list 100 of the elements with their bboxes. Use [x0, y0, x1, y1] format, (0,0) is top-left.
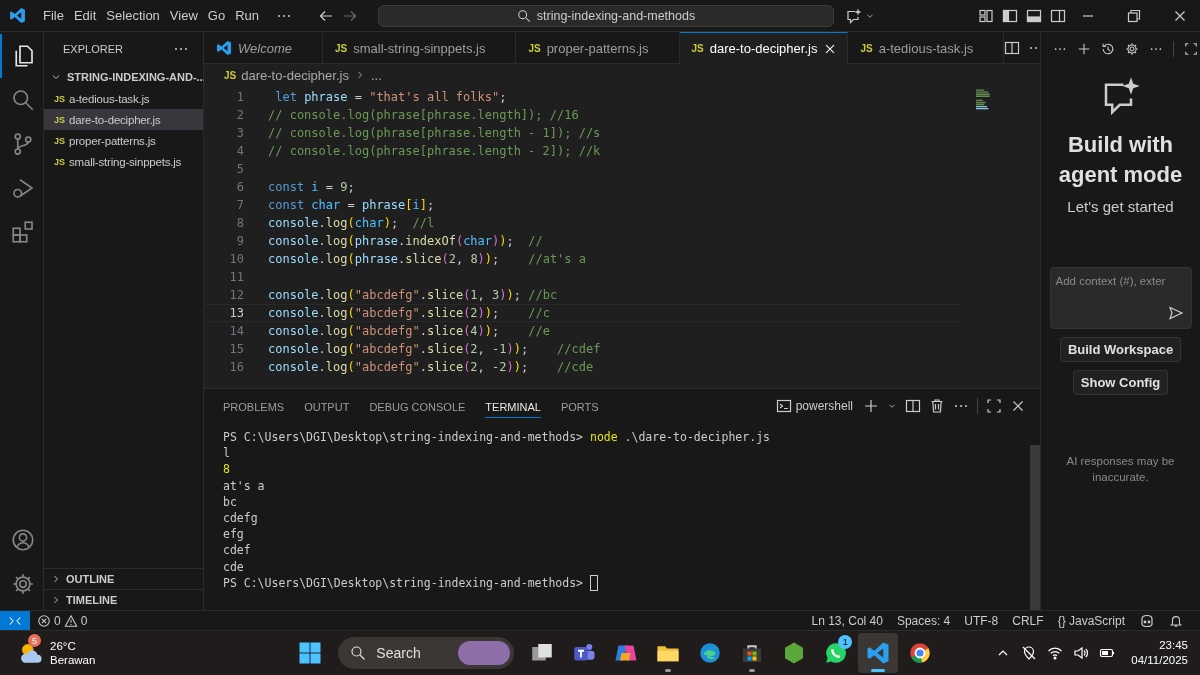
file-type-label: JS	[54, 156, 65, 167]
terminal-selector[interactable]: powershell	[775, 398, 853, 414]
clock-time[interactable]: 23:45	[1159, 638, 1188, 653]
send-icon[interactable]	[1167, 305, 1184, 321]
line-number: 7	[235, 198, 244, 212]
search-icon[interactable]	[10, 88, 35, 112]
status-item[interactable]: Ln 13, Col 40	[804, 613, 890, 628]
scrollbar-thumb[interactable]	[1030, 445, 1040, 610]
explorer-file[interactable]: JS a-tedious-task.js	[44, 88, 203, 109]
sidebar-title: EXPLORER	[63, 43, 123, 55]
restore-icon[interactable]	[1126, 7, 1142, 24]
chat-button[interactable]: Build Workspace	[1059, 337, 1182, 362]
line-number: 16	[228, 360, 244, 374]
panel-tab[interactable]: TERMINAL	[485, 394, 541, 418]
editor-tab[interactable]: JS a-tedious-task.js	[848, 32, 1005, 63]
maximize-panel-icon[interactable]	[986, 398, 1002, 414]
line-number: 14	[228, 324, 244, 338]
editor-tab[interactable]: JS small-string-sinppets.js	[322, 32, 517, 63]
code-line: // console.log(phrase[phrase.length]); //16	[268, 108, 579, 122]
chat-input-field[interactable]: Add context (#), exter	[1049, 267, 1192, 329]
line-number: 4	[235, 144, 244, 158]
code-line: console.log("abcdefg".slice(4)); //e	[268, 324, 550, 338]
editor-tab[interactable]: JS dare-to-decipher.js	[679, 32, 849, 64]
layout-grid-icon[interactable]	[978, 7, 994, 24]
settings-icon[interactable]	[1125, 42, 1139, 56]
browser-icon[interactable]	[698, 641, 723, 665]
file-type-label: JS	[224, 69, 237, 81]
code-editor-icon[interactable]	[866, 641, 891, 665]
terminal-line: efg	[223, 527, 244, 542]
status-item[interactable]: Spaces: 4	[889, 613, 958, 628]
extensions-icon[interactable]	[10, 220, 35, 244]
taskbar-button[interactable]	[858, 633, 899, 673]
file-type-label: JS	[691, 43, 704, 54]
chat-button[interactable]: Show Config	[1072, 370, 1169, 395]
panel-tab[interactable]: PROBLEMS	[223, 394, 285, 418]
editor-tab[interactable]: Welcome	[204, 32, 323, 63]
left-sidebar-icon[interactable]	[1002, 7, 1018, 24]
temperature-text: 26°C	[50, 639, 77, 653]
split-editor-icon[interactable]	[1004, 39, 1021, 56]
explorer-file[interactable]: JS proper-patterns.js	[44, 130, 203, 151]
status-item[interactable]: UTF-8	[957, 613, 1006, 628]
code-line: let phrase = "that's all folks";	[274, 90, 507, 104]
settings-icon[interactable]	[10, 572, 35, 596]
run-debug-icon[interactable]	[10, 176, 35, 200]
taskbar-search[interactable]: Search	[338, 637, 515, 669]
error-icon	[37, 613, 51, 628]
panel-tab[interactable]: OUTPUT	[304, 394, 350, 418]
browser-icon[interactable]	[908, 641, 933, 665]
chat-heading: Build with agent mode	[1057, 131, 1184, 189]
clock-date[interactable]: 04/11/2025	[1131, 653, 1188, 668]
menu-item[interactable]: Edit	[68, 6, 102, 25]
line-number: 13	[228, 306, 244, 320]
terminal-line: PS C:\Users\DGI\Desktop\string-indexing-and-methods>	[223, 575, 585, 590]
panel-tab[interactable]: PORTS	[560, 394, 599, 418]
menu-item[interactable]: Selection	[101, 6, 165, 25]
menu-item[interactable]: Run	[230, 6, 264, 25]
language-status[interactable]: {} JavaScript	[1050, 613, 1132, 628]
chat-sparkle-icon[interactable]	[846, 7, 862, 24]
explorer-file[interactable]: JS small-string-sinppets.js	[44, 151, 203, 172]
command-search-field[interactable]: string-indexing-and-methods	[378, 4, 834, 27]
location-off-icon[interactable]	[1021, 645, 1038, 661]
status-item[interactable]: CRLF	[1005, 613, 1051, 628]
maximize-icon[interactable]	[1184, 42, 1198, 56]
line-number: 11	[228, 270, 244, 284]
speaker-icon[interactable]	[1073, 645, 1090, 661]
editor-tab[interactable]: JS proper-patterns.js	[516, 32, 680, 63]
code-line: console.log("abcdefg".slice(2, -2)); //cde	[268, 360, 594, 374]
terminal-line: l	[223, 446, 230, 461]
terminal-line: 8	[223, 462, 230, 477]
chat-subtitle: Let's get started	[1067, 198, 1174, 215]
menu-item[interactable]: Go	[202, 6, 231, 25]
explorer-file[interactable]: JS dare-to-decipher.js	[44, 109, 203, 130]
notifications-icon[interactable]	[1169, 613, 1183, 628]
account-icon[interactable]	[10, 528, 35, 552]
right-sidebar-icon[interactable]	[1050, 7, 1066, 24]
app-logo-icon	[216, 40, 232, 56]
menu-item[interactable]: View	[164, 6, 203, 25]
panel-tab[interactable]: DEBUG CONSOLE	[369, 394, 466, 418]
wifi-icon[interactable]	[1047, 645, 1064, 661]
line-number: 15	[228, 342, 244, 356]
remote-button[interactable]	[0, 611, 30, 630]
photo-placeholder	[458, 641, 511, 665]
notification-count: 5	[28, 634, 41, 647]
bottom-panel-icon[interactable]	[1026, 7, 1042, 24]
code-line: const i = 9;	[268, 180, 355, 194]
section-header[interactable]: OUTLINE	[44, 568, 203, 589]
chat-app-icon[interactable]	[824, 641, 849, 665]
weather-condition: Berawan	[50, 653, 96, 667]
trash-icon[interactable]	[929, 398, 945, 414]
copilot-status-icon[interactable]	[1139, 612, 1155, 629]
breadcrumb-item[interactable]: ...	[370, 67, 382, 83]
split-terminal-icon[interactable]	[905, 398, 921, 414]
problems-status[interactable]: 0 0	[30, 613, 95, 628]
menu-item[interactable]: File	[38, 6, 69, 25]
history-icon[interactable]	[1101, 42, 1115, 56]
new-chat-icon[interactable]	[1077, 42, 1091, 56]
windows-start-icon[interactable]	[298, 641, 323, 665]
explorer-folder[interactable]: STRING-INDEXING-AND-...	[44, 66, 203, 88]
breadcrumb-item[interactable]: dare-to-decipher.js	[241, 67, 349, 83]
new-terminal-icon[interactable]	[863, 398, 879, 414]
